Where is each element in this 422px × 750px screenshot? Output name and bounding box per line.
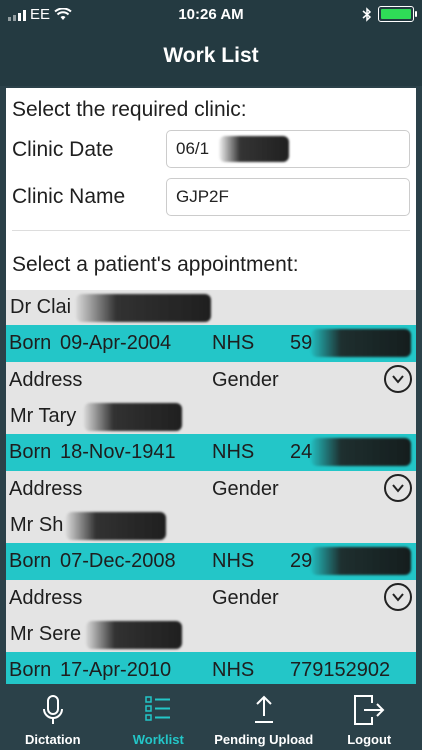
- microphone-icon: [42, 695, 63, 724]
- born-label: Born: [9, 550, 52, 572]
- patient-address-row[interactable]: Address Gender: [6, 362, 416, 399]
- born-date: 18-Nov-1941: [60, 441, 176, 463]
- nhs-number: 24: [290, 441, 313, 463]
- patient-born-row[interactable]: Born 17-Apr-2010 NHS 779152902: [6, 652, 416, 684]
- status-time: 10:26 AM: [178, 6, 244, 23]
- nhs-label: NHS: [212, 332, 255, 354]
- nhs-number: 779152902: [290, 659, 391, 681]
- redaction-blur: [66, 512, 166, 540]
- patient-name: Mr Sh: [10, 514, 64, 536]
- tab-label: Pending Upload: [214, 732, 314, 747]
- nhs-label: NHS: [212, 441, 255, 463]
- upload-icon: [254, 695, 273, 723]
- tab-label: Worklist: [132, 732, 184, 747]
- patient-name: Mr Tary: [10, 405, 77, 427]
- bluetooth-icon: [362, 6, 372, 22]
- redaction-blur: [84, 403, 182, 431]
- expand-chevron-icon[interactable]: [384, 365, 412, 393]
- tab-label: Logout: [347, 732, 392, 747]
- born-date: 17-Apr-2010: [60, 659, 172, 681]
- tab-label: Dictation: [24, 732, 81, 747]
- nav-bar: Work List: [0, 30, 422, 86]
- nhs-number: 59: [290, 332, 313, 354]
- redaction-blur: [311, 329, 411, 357]
- redaction-blur: [311, 547, 411, 575]
- tab-worklist[interactable]: Worklist: [106, 684, 212, 750]
- tab-logout[interactable]: Logout: [317, 684, 422, 750]
- nhs-label: NHS: [212, 659, 255, 681]
- status-bar: EE 10:26 AM: [0, 0, 422, 30]
- page-title: Work List: [163, 44, 259, 67]
- gender-label: Gender: [212, 369, 279, 391]
- patient-name-row[interactable]: Mr Tary: [6, 399, 416, 434]
- nhs-number: 29: [290, 550, 313, 572]
- clinic-heading: Select the required clinic:: [12, 98, 247, 121]
- clinic-date-field[interactable]: 06/1: [166, 130, 410, 168]
- redaction-blur: [86, 621, 182, 649]
- born-label: Born: [9, 659, 52, 681]
- tab-bar: Dictation Worklist Pending Upload Logout: [0, 684, 422, 750]
- patient-born-row[interactable]: Born 07-Dec-2008 NHS 29: [6, 543, 416, 580]
- list-icon: [145, 696, 171, 721]
- patient-name-row[interactable]: Mr Sere: [6, 617, 416, 652]
- patient-address-row[interactable]: Address Gender: [6, 471, 416, 508]
- born-date: 09-Apr-2004: [60, 332, 172, 354]
- born-label: Born: [9, 332, 52, 354]
- battery-icon: [378, 6, 417, 22]
- expand-chevron-icon[interactable]: [384, 583, 412, 611]
- clinic-name-field[interactable]: GJP2F: [166, 178, 410, 216]
- clinic-name-label: Clinic Name: [12, 185, 126, 208]
- logout-icon: [354, 695, 385, 725]
- patient-name: Mr Sere: [10, 623, 82, 645]
- patient-born-row[interactable]: Born 09-Apr-2004 NHS 59: [6, 325, 416, 362]
- patient-address-row[interactable]: Address Gender: [6, 580, 416, 617]
- nhs-label: NHS: [212, 550, 255, 572]
- patient-name: Dr Clai: [10, 296, 72, 318]
- clinic-date-value: 06/1: [176, 139, 210, 158]
- patient-name-row[interactable]: Mr Sh: [6, 508, 416, 543]
- clinic-date-label: Clinic Date: [12, 138, 114, 161]
- born-date: 07-Dec-2008: [60, 550, 176, 572]
- born-label: Born: [9, 441, 52, 463]
- address-label: Address: [9, 369, 83, 391]
- address-label: Address: [9, 587, 83, 609]
- status-right: [362, 6, 417, 22]
- tab-pending-upload[interactable]: Pending Upload: [211, 684, 317, 750]
- redaction-blur: [311, 438, 411, 466]
- patient-name-row[interactable]: Dr Clai: [6, 290, 416, 325]
- address-label: Address: [9, 478, 83, 500]
- divider: [12, 230, 410, 231]
- expand-chevron-icon[interactable]: [384, 474, 412, 502]
- redaction-blur: [76, 294, 211, 322]
- gender-label: Gender: [212, 478, 279, 500]
- tab-dictation[interactable]: Dictation: [0, 684, 106, 750]
- clinic-name-value: GJP2F: [176, 187, 229, 206]
- patient-born-row[interactable]: Born 18-Nov-1941 NHS 24: [6, 434, 416, 471]
- patient-list[interactable]: Dr Clai Born 09-Apr-2004 NHS 59 Address …: [6, 290, 416, 684]
- redaction-blur: [219, 136, 289, 162]
- worklist-content[interactable]: Select the required clinic: Clinic Date …: [6, 88, 416, 684]
- patients-heading: Select a patient's appointment:: [12, 253, 299, 276]
- gender-label: Gender: [212, 587, 279, 609]
